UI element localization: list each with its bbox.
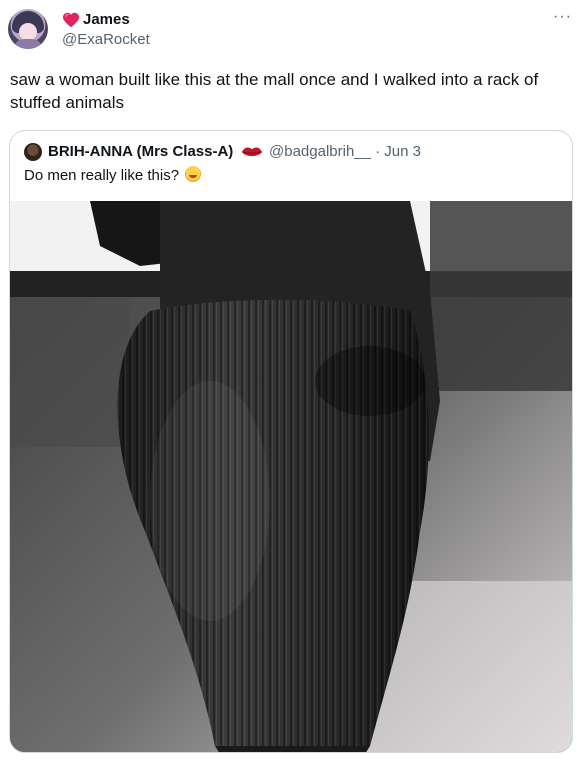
quoted-author-avatar[interactable] [24, 143, 42, 161]
tweet-photo[interactable] [10, 201, 572, 752]
quoted-author-name[interactable]: BRIH-ANNA (Mrs Class-A) [48, 143, 233, 160]
author-avatar[interactable] [8, 9, 48, 49]
more-options-icon[interactable]: ··· [553, 8, 572, 26]
kiss-mark-icon [241, 147, 263, 157]
quoted-tweet-date[interactable]: · Jun 3 [375, 143, 421, 160]
avatar-body [14, 39, 42, 49]
author-name[interactable]: James [83, 11, 130, 28]
tweet-text: saw a woman built like this at the mall … [10, 70, 539, 112]
photo-image [10, 201, 572, 752]
heart-icon [63, 12, 79, 28]
tweet-header: James @ExaRocket ··· [8, 8, 576, 52]
quoted-tweet-card[interactable]: BRIH-ANNA (Mrs Class-A) @badgalbrih__ · … [9, 130, 573, 753]
quoted-author-handle[interactable]: @badgalbrih__ [269, 143, 371, 160]
quoted-tweet-text: Do men really like this? [24, 167, 180, 184]
author-handle[interactable]: @ExaRocket [62, 31, 150, 48]
quoted-author-handle-and-date[interactable]: @badgalbrih__ · Jun 3 [269, 143, 421, 160]
quoted-tweet-text-row: Do men really like this? [24, 166, 202, 184]
face-hand-over-mouth-icon [185, 166, 202, 182]
